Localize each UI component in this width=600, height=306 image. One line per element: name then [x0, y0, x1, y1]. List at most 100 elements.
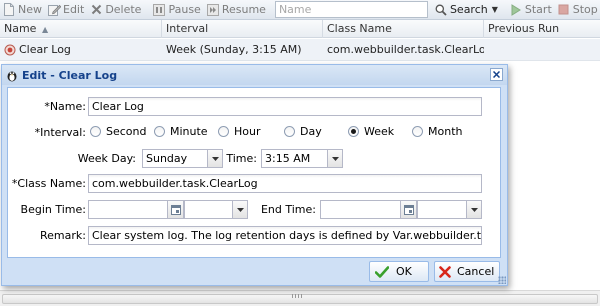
weekday-label: Week Day:: [77, 152, 136, 165]
radio-label: Minute: [170, 125, 208, 138]
name-search-input[interactable]: [274, 1, 428, 18]
stop-icon: [557, 3, 571, 17]
end-time-label: End Time:: [260, 203, 316, 216]
table-row[interactable]: Clear Log Week (Sunday, 3:15 AM) com.web…: [0, 39, 600, 61]
time-select[interactable]: 3:15 AM: [261, 149, 343, 168]
grid-header: Name ▲ Interval Class Name Previous Run: [0, 20, 600, 38]
time-value: 3:15 AM: [265, 152, 311, 165]
column-header-label: Previous Run: [488, 22, 560, 35]
radio-button[interactable]: [412, 126, 423, 137]
interval-label: *Interval:: [34, 126, 86, 139]
chevron-down-icon: [470, 207, 478, 212]
close-icon: [493, 71, 500, 78]
dialog-title: Edit - Clear Log: [22, 68, 118, 82]
edit-button[interactable]: Edit: [45, 1, 87, 19]
begin-time-select[interactable]: [184, 200, 248, 219]
cell-name: Clear Log: [0, 43, 162, 56]
edit-icon: [47, 3, 61, 17]
calendar-trigger[interactable]: [400, 201, 416, 218]
start-label: Start: [524, 3, 552, 16]
dropdown-trigger[interactable]: [232, 201, 247, 218]
horizontal-scrollbar[interactable]: [0, 290, 600, 306]
cell-interval: Week (Sunday, 3:15 AM): [166, 43, 302, 56]
penguin-app-icon: [6, 69, 18, 82]
classname-label: *Class Name:: [11, 177, 86, 190]
radio-label: Month: [428, 125, 463, 138]
stop-label: Stop: [572, 3, 598, 16]
end-date-field[interactable]: [320, 200, 417, 219]
ok-label: OK: [396, 265, 412, 278]
stop-button[interactable]: Stop: [555, 1, 600, 19]
remark-field[interactable]: Clear system log. The log retention days…: [88, 226, 482, 245]
close-button[interactable]: [490, 68, 503, 81]
column-header-previous-run[interactable]: Previous Run: [484, 20, 600, 38]
name-label: *Name:: [44, 100, 86, 113]
resize-handle[interactable]: [498, 276, 506, 284]
scrollbar-grip-icon: [292, 294, 304, 298]
pause-label: Pause: [168, 3, 201, 16]
search-button[interactable]: Search ▼: [432, 1, 501, 19]
new-document-icon: [2, 3, 16, 17]
radio-label: Week: [364, 125, 395, 138]
cancel-button[interactable]: Cancel: [434, 261, 500, 282]
resume-label: Resume: [221, 3, 266, 16]
interval-radio-second[interactable]: Second: [90, 125, 146, 138]
radio-button[interactable]: [90, 126, 101, 137]
calendar-icon: [170, 204, 181, 215]
interval-radio-month[interactable]: Month: [412, 125, 462, 138]
radio-label: Hour: [234, 125, 261, 138]
dialog-form: *Name: Clear Log *Interval: Second Minut…: [7, 87, 501, 258]
column-header-label: Interval: [166, 22, 209, 35]
chevron-down-icon: ▼: [491, 5, 498, 14]
cell-name-text: Clear Log: [19, 43, 71, 56]
new-label: New: [18, 3, 42, 16]
interval-radio-day[interactable]: Day: [284, 125, 322, 138]
dropdown-trigger[interactable]: [466, 201, 481, 218]
cancel-x-icon: [439, 264, 451, 280]
begin-date-field[interactable]: [88, 200, 184, 219]
column-header-interval[interactable]: Interval: [162, 20, 323, 38]
toolbar: New Edit Delete Pause Resume Search ▼: [0, 0, 600, 20]
ok-button[interactable]: OK: [369, 261, 429, 282]
calendar-trigger[interactable]: [167, 201, 183, 218]
end-time-select[interactable]: [417, 200, 482, 219]
classname-field[interactable]: com.webbuilder.task.ClearLog: [88, 174, 482, 193]
dialog-footer: OK Cancel: [2, 261, 507, 285]
dropdown-trigger[interactable]: [327, 150, 342, 167]
search-label: Search: [449, 3, 488, 16]
column-header-label: Class Name: [327, 22, 392, 35]
remark-label: Remark:: [40, 229, 86, 242]
chevron-down-icon: [331, 156, 339, 161]
radio-button-selected[interactable]: [348, 126, 359, 137]
play-icon: [509, 3, 523, 17]
cancel-label: Cancel: [457, 265, 495, 278]
begin-time-label: Begin Time:: [20, 203, 86, 216]
resume-icon: [206, 3, 220, 17]
search-icon: [434, 3, 448, 17]
weekday-value: Sunday: [146, 152, 188, 165]
column-header-class-name[interactable]: Class Name: [323, 20, 484, 38]
radio-button[interactable]: [154, 126, 165, 137]
column-header-label: Name: [4, 22, 37, 35]
interval-radio-hour[interactable]: Hour: [218, 125, 261, 138]
edit-label: Edit: [63, 3, 85, 16]
check-icon: [374, 264, 390, 280]
dialog-titlebar[interactable]: Edit - Clear Log: [2, 65, 507, 85]
chevron-down-icon: [236, 207, 244, 212]
radio-button[interactable]: [218, 126, 229, 137]
resume-button[interactable]: Resume: [204, 1, 269, 19]
task-clock-icon: [4, 44, 16, 56]
interval-radio-week[interactable]: Week: [348, 125, 394, 138]
pause-icon: [152, 3, 166, 17]
interval-radio-minute[interactable]: Minute: [154, 125, 208, 138]
new-button[interactable]: New: [0, 1, 45, 19]
name-field[interactable]: Clear Log: [88, 97, 482, 116]
start-button[interactable]: Start: [507, 1, 555, 19]
calendar-icon: [403, 204, 414, 215]
radio-button[interactable]: [284, 126, 295, 137]
delete-button[interactable]: Delete: [87, 1, 144, 19]
radio-label: Day: [300, 125, 322, 138]
pause-button[interactable]: Pause: [150, 1, 203, 19]
column-header-name[interactable]: Name ▲: [0, 20, 162, 38]
delete-label: Delete: [105, 3, 142, 16]
